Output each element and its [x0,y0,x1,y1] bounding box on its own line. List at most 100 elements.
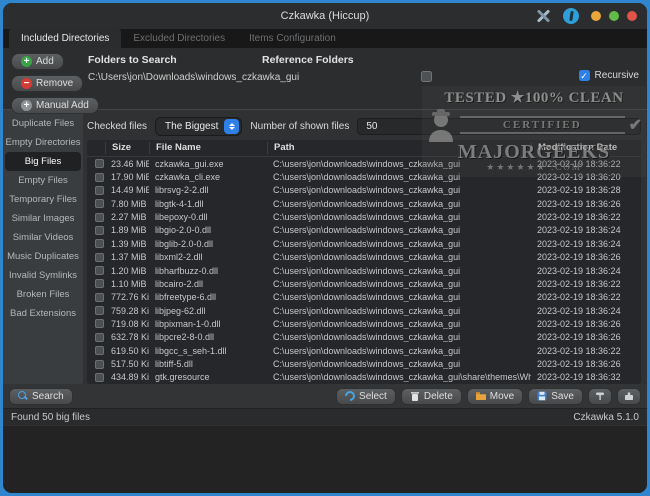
table-row[interactable]: 632.78 KiB libpcre2-8-0.dll C:\users\jon\d… [87,331,641,344]
sidebar-item-duplicate-files[interactable]: Duplicate Files [5,114,81,133]
column-header-modification-date[interactable]: Modification Date [531,142,641,154]
table-row[interactable]: 14.49 MiB librsvg-2-2.dll C:\users\jon\dow… [87,184,641,197]
row-path: C:\users\jon\downloads\windows_czkawka_g… [273,252,461,263]
remove-directory-button[interactable]: − Remove [11,75,84,92]
add-directory-button[interactable]: + Add [11,53,64,70]
row-size: 517.50 KiB [111,359,149,370]
row-file-name: libjpeg-62.dll [155,305,206,316]
row-checkbox[interactable] [94,239,104,249]
compare-button[interactable] [588,387,612,405]
row-checkbox[interactable] [94,292,104,302]
info-icon[interactable] [563,8,579,24]
sort-icon [625,392,633,400]
row-modification-date: 2023-02-19 18:36:24 [537,238,621,249]
row-checkbox[interactable] [94,212,104,222]
table-row[interactable]: 1.39 MiB libglib-2.0-0.dll C:\users\jon\do… [87,237,641,250]
checked-files-dropdown[interactable]: The Biggest [155,116,243,136]
column-header-size[interactable]: Size [105,142,149,154]
included-directory-path[interactable]: C:\Users\jon\Downloads\windows_czkawka_g… [88,72,299,83]
sidebar-item-broken-files[interactable]: Broken Files [5,285,81,304]
row-size: 1.39 MiB [111,238,147,249]
row-size: 14.49 MiB [111,185,149,196]
row-size: 719.08 KiB [111,318,149,329]
sidebar-item-similar-videos[interactable]: Similar Videos [5,228,81,247]
sidebar-item-big-files[interactable]: Big Files [5,152,81,171]
row-file-name: libgio-2.0-0.dll [155,225,212,236]
table-row[interactable]: 517.50 KiB libtiff-5.dll C:\users\jon\down… [87,357,641,370]
minimize-button[interactable] [591,11,601,21]
search-button[interactable]: Search [9,387,73,405]
row-checkbox[interactable] [94,225,104,235]
row-checkbox[interactable] [94,185,104,195]
table-row[interactable]: 719.08 KiB libpixman-1-0.dll C:\users\jon\… [87,317,641,330]
table-row[interactable]: 1.37 MiB libxml2-2.dll C:\users\jon\downlo… [87,251,641,264]
close-button[interactable] [627,11,637,21]
recursive-checkbox[interactable]: ✓ [578,70,590,81]
row-checkbox[interactable] [94,306,104,316]
row-checkbox[interactable] [94,346,104,356]
shown-files-input[interactable]: 50 [357,117,641,135]
select-button[interactable]: Select [336,387,396,405]
search-icon [18,391,28,401]
results-controls: Checked files The Biggest Number of show… [87,114,641,138]
settings-tools-icon[interactable] [535,8,551,24]
row-checkbox[interactable] [94,159,104,169]
app-window: Czkawka (Hiccup) Included Directories Exc… [3,3,647,493]
delete-button[interactable]: Delete [400,387,462,405]
row-checkbox[interactable] [94,266,104,276]
plus-icon: + [21,100,32,111]
row-checkbox[interactable] [94,199,104,209]
sidebar-item-empty-directories[interactable]: Empty Directories [5,133,81,152]
sidebar-item-music-duplicates[interactable]: Music Duplicates [5,247,81,266]
manual-add-button[interactable]: + Manual Add [11,97,99,114]
table-row[interactable]: 23.46 MiB czkawka_gui.exe C:\users\jon\dow… [87,157,641,170]
row-checkbox[interactable] [94,359,104,369]
row-size: 1.37 MiB [111,252,147,263]
column-header-path[interactable]: Path [267,142,531,154]
sidebar-item-similar-images[interactable]: Similar Images [5,209,81,228]
maximize-button[interactable] [609,11,619,21]
row-path: C:\users\jon\downloads\windows_czkawka_g… [273,212,461,223]
table-row[interactable]: 2.27 MiB libepoxy-0.dll C:\users\jon\downl… [87,210,641,223]
row-modification-date: 2023-02-19 18:36:24 [537,305,621,316]
row-file-name: czkawka_gui.exe [155,158,224,169]
table-row[interactable]: 1.89 MiB libgio-2.0-0.dll C:\users\jon\dow… [87,224,641,237]
row-checkbox[interactable] [94,332,104,342]
table-row[interactable]: 1.10 MiB libcairo-2.dll C:\users\jon\downl… [87,277,641,290]
row-checkbox[interactable] [94,172,104,182]
plus-icon: + [21,56,32,67]
sidebar-item-empty-files[interactable]: Empty Files [5,171,81,190]
row-modification-date: 2023-02-19 18:36:22 [537,292,621,303]
minus-icon: − [21,78,32,89]
tab-excluded-directories[interactable]: Excluded Directories [121,29,237,48]
table-row[interactable]: 759.28 KiB libjpeg-62.dll C:\users\jon\dow… [87,304,641,317]
tab-items-configuration[interactable]: Items Configuration [237,29,348,48]
sidebar-item-invalid-symlinks[interactable]: Invalid Symlinks [5,266,81,285]
row-checkbox[interactable] [94,252,104,262]
row-file-name: libfreetype-6.dll [155,292,217,303]
table-row[interactable]: 17.90 MiB czkawka_cli.exe C:\users\jon\dow… [87,170,641,183]
manual-add-button-label: Manual Add [36,100,89,111]
row-checkbox[interactable] [94,319,104,329]
tab-included-directories[interactable]: Included Directories [9,29,122,48]
reference-folder-checkbox[interactable] [421,71,432,82]
table-row[interactable]: 772.76 KiB libfreetype-6.dll C:\users\jon\… [87,291,641,304]
row-checkbox[interactable] [94,372,104,382]
table-row[interactable]: 619.50 KiB libgcc_s_seh-1.dll C:\users\jon… [87,344,641,357]
column-header-file-name[interactable]: File Name [149,142,267,154]
sort-button[interactable] [617,387,641,405]
sidebar-item-bad-extensions[interactable]: Bad Extensions [5,304,81,323]
row-size: 1.89 MiB [111,225,147,236]
folders-to-search-header: Folders to Search [88,54,177,66]
floppy-icon [537,391,547,401]
save-button[interactable]: Save [528,387,583,405]
row-file-name: libcairo-2.dll [155,278,204,289]
table-row[interactable]: 1.20 MiB libharfbuzz-0.dll C:\users\jon\do… [87,264,641,277]
move-button[interactable]: Move [466,387,524,405]
sidebar-item-temporary-files[interactable]: Temporary Files [5,190,81,209]
row-checkbox[interactable] [94,279,104,289]
select-button-label: Select [359,390,387,402]
table-row[interactable]: 434.89 KiB gtk.gresource C:\users\jon\down… [87,371,641,384]
select-icon [345,391,356,401]
table-row[interactable]: 7.80 MiB libgtk-4-1.dll C:\users\jon\downl… [87,197,641,210]
